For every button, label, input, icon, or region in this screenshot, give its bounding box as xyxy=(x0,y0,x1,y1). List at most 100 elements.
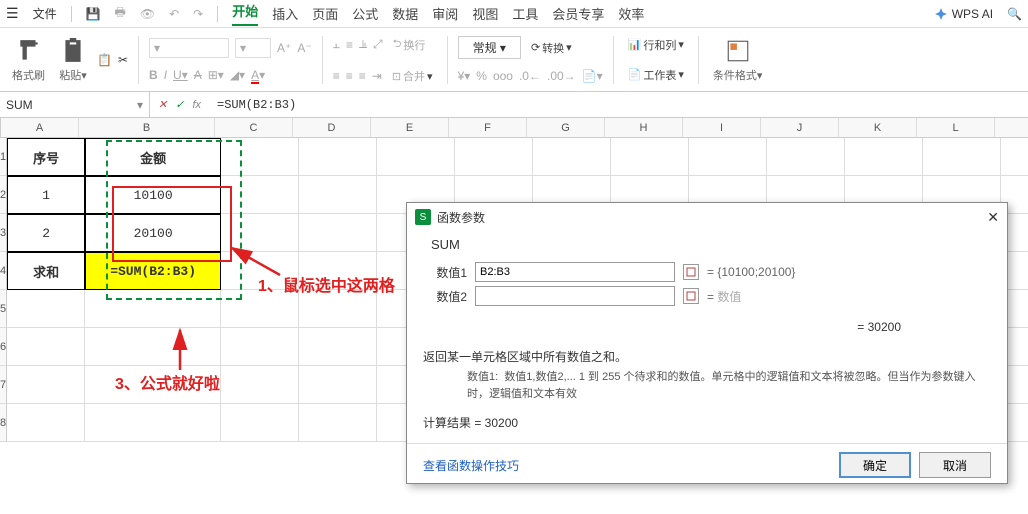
ok-button[interactable]: 确定 xyxy=(839,452,911,478)
tab-view[interactable]: 视图 xyxy=(472,4,498,23)
col-header[interactable]: D xyxy=(293,118,371,138)
tab-page[interactable]: 页面 xyxy=(312,4,338,23)
increase-font-icon[interactable]: A⁺ xyxy=(277,41,291,55)
row-header[interactable]: 7 xyxy=(0,366,7,404)
condfmt-group[interactable]: 条件格式▾ xyxy=(709,35,767,85)
cell[interactable] xyxy=(767,138,845,176)
col-header[interactable]: I xyxy=(683,118,761,138)
align-center-icon[interactable]: ≡ xyxy=(346,69,353,83)
tab-vip[interactable]: 会员专享 xyxy=(552,4,604,23)
sheet-button[interactable]: 📄 工作表▾ xyxy=(624,65,688,85)
col-header[interactable]: C xyxy=(215,118,293,138)
bold-button[interactable]: B xyxy=(149,68,158,82)
align-right-icon[interactable]: ≡ xyxy=(359,69,366,83)
row-header[interactable]: 1 xyxy=(0,138,7,176)
cell[interactable] xyxy=(455,138,533,176)
cell[interactable] xyxy=(299,366,377,404)
param-input-2[interactable] xyxy=(475,286,675,306)
cell[interactable] xyxy=(689,138,767,176)
row-header[interactable]: 2 xyxy=(0,176,7,214)
row-header[interactable]: 8 xyxy=(0,404,7,442)
format-painter-group[interactable]: 格式刷 xyxy=(8,35,49,85)
cell[interactable] xyxy=(85,404,221,442)
cell[interactable] xyxy=(377,138,455,176)
cell[interactable] xyxy=(7,366,85,404)
name-box[interactable]: SUM▾ xyxy=(0,92,150,117)
cell[interactable] xyxy=(845,138,923,176)
font-size-select[interactable]: ▾ xyxy=(235,38,271,58)
dec-dec-icon[interactable]: .00→ xyxy=(547,69,576,83)
col-header[interactable]: H xyxy=(605,118,683,138)
cell[interactable] xyxy=(7,290,85,328)
cell[interactable] xyxy=(221,366,299,404)
comma-icon[interactable]: ooo xyxy=(493,69,513,83)
preview-icon[interactable]: 👁 xyxy=(140,7,155,21)
cell[interactable] xyxy=(299,252,377,290)
paste-group[interactable]: 粘贴▾ xyxy=(55,35,91,85)
cell[interactable] xyxy=(7,404,85,442)
cell[interactable]: 序号 xyxy=(7,138,85,176)
cell[interactable] xyxy=(221,138,299,176)
save-icon[interactable]: 💾 xyxy=(86,7,101,21)
cancel-button[interactable]: 取消 xyxy=(919,452,991,478)
cell[interactable] xyxy=(221,290,299,328)
wrap-button[interactable]: ⮌换行 xyxy=(389,33,430,56)
col-header[interactable]: K xyxy=(839,118,917,138)
convert-button[interactable]: ⟳ 转换▾ xyxy=(527,38,576,58)
cell[interactable]: 1 xyxy=(7,176,85,214)
help-link[interactable]: 查看函数操作技巧 xyxy=(423,457,519,474)
cancel-formula-icon[interactable]: ✕ xyxy=(158,98,167,111)
dec-inc-icon[interactable]: .0← xyxy=(519,69,541,83)
cell[interactable] xyxy=(533,138,611,176)
search-icon[interactable]: 🔍 xyxy=(1007,7,1022,21)
tab-efficiency[interactable]: 效率 xyxy=(618,4,644,23)
align-top-icon[interactable]: ⫠ xyxy=(333,37,340,52)
close-icon[interactable]: ✕ xyxy=(987,209,999,226)
tab-start[interactable]: 开始 xyxy=(232,1,258,26)
cell-active[interactable]: =SUM(B2:B3) xyxy=(85,252,221,290)
cell[interactable]: 20100 xyxy=(85,214,221,252)
tab-data[interactable]: 数据 xyxy=(392,4,418,23)
dialog-titlebar[interactable]: S 函数参数 ✕ xyxy=(407,203,1007,231)
font-select[interactable]: ▾ xyxy=(149,38,229,58)
hamburger-icon[interactable]: ☰ xyxy=(6,5,19,22)
tab-tools[interactable]: 工具 xyxy=(512,4,538,23)
merge-button[interactable]: ⊡合并▾ xyxy=(388,66,437,86)
row-header[interactable]: 5 xyxy=(0,290,7,328)
cell[interactable]: 求和 xyxy=(7,252,85,290)
tab-formula[interactable]: 公式 xyxy=(352,4,378,23)
indent-icon[interactable]: ⇥ xyxy=(372,69,382,83)
percent-icon[interactable]: % xyxy=(476,69,487,83)
param-input-1[interactable] xyxy=(475,262,675,282)
cell[interactable] xyxy=(299,404,377,442)
wps-ai[interactable]: WPS AI xyxy=(934,7,993,21)
formula-input[interactable]: =SUM(B2:B3) xyxy=(209,98,1028,112)
row-header[interactable]: 3 xyxy=(0,214,7,252)
number-format-select[interactable]: 常规 ▾ xyxy=(458,36,521,59)
cell[interactable] xyxy=(299,328,377,366)
border-button[interactable]: ⊞▾ xyxy=(208,68,224,82)
col-header[interactable]: L xyxy=(917,118,995,138)
cell[interactable] xyxy=(1001,138,1028,176)
cell[interactable] xyxy=(85,366,221,404)
cell[interactable]: 10100 xyxy=(85,176,221,214)
align-left-icon[interactable]: ≡ xyxy=(333,69,340,83)
col-header[interactable]: F xyxy=(449,118,527,138)
col-header[interactable]: A xyxy=(1,118,79,138)
col-header[interactable]: M xyxy=(995,118,1028,138)
cell[interactable] xyxy=(299,214,377,252)
rowcol-button[interactable]: 📊 行和列▾ xyxy=(624,35,688,55)
undo-icon[interactable]: ↶ xyxy=(169,7,179,21)
underline-button[interactable]: U▾ xyxy=(173,68,188,82)
cell[interactable] xyxy=(85,290,221,328)
col-header[interactable]: B xyxy=(79,118,215,138)
tab-insert[interactable]: 插入 xyxy=(272,4,298,23)
align-mid-icon[interactable]: ≡ xyxy=(346,38,353,52)
copy-icon[interactable]: 📋 xyxy=(97,53,112,67)
redo-icon[interactable]: ↷ xyxy=(193,7,203,21)
cell[interactable] xyxy=(221,404,299,442)
accept-formula-icon[interactable]: ✓ xyxy=(175,98,184,111)
cell[interactable] xyxy=(299,138,377,176)
menu-file[interactable]: 文件 xyxy=(33,5,57,22)
fx-icon[interactable]: fx xyxy=(192,99,201,111)
